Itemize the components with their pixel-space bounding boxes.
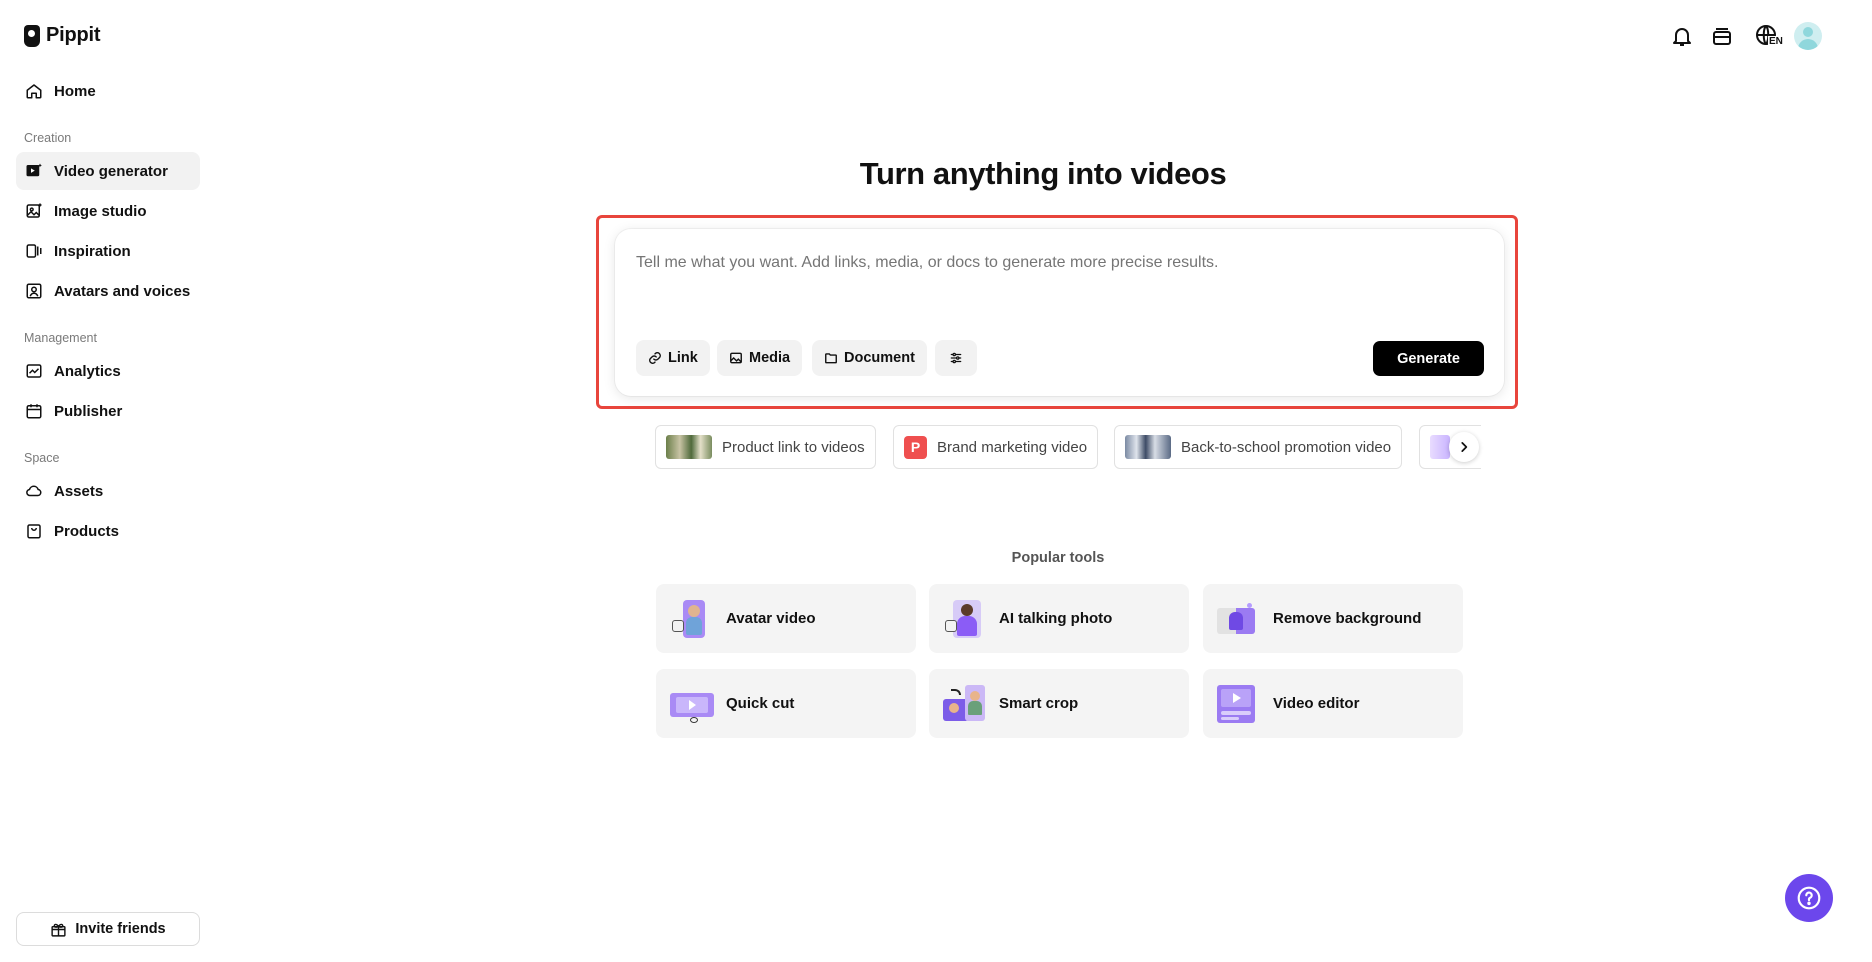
page-title-text: Turn anything into videos [859,156,1227,191]
language-label: EN [1768,36,1784,47]
suggestion-label: Back-to-school promotion video [1181,438,1392,456]
document-label: Document [844,350,915,366]
suggestion-brand-marketing[interactable]: P Brand marketing video [893,425,1099,469]
talking-photo-icon [943,599,985,638]
tool-ai-talking-photo[interactable]: AI talking photo [929,584,1189,653]
sidebar-item-products[interactable]: Products [16,512,200,550]
calendar-icon [26,404,42,419]
sidebar: Pippit Home Creation Video generator Ima… [0,0,214,962]
avatar-body [1798,39,1818,50]
suggestion-label: Brand marketing video [937,438,1088,456]
tool-quick-cut[interactable]: Quick cut [656,669,916,738]
avatar-voice-icon [26,283,42,299]
question-icon [1797,886,1821,910]
invite-friends-button[interactable]: Invite friends [16,912,200,946]
tool-label: AI talking photo [999,610,1113,627]
remove-background-icon [1217,600,1259,638]
media-button[interactable]: Media [717,340,803,376]
video-editor-icon [1217,684,1259,723]
avatar-head [1803,27,1813,37]
app-name: Pippit [46,24,101,46]
sidebar-item-label: Assets [54,482,104,500]
settings-button[interactable] [935,340,977,376]
section-management: Management [24,331,97,345]
presentation-icon: P [904,435,927,459]
tool-label: Quick cut [726,695,795,712]
sidebar-item-label: Analytics [54,362,121,380]
sliders-icon [950,352,962,364]
link-label: Link [668,350,698,366]
section-creation: Creation [24,131,72,145]
page-title: Turn anything into videos [0,156,1872,192]
sidebar-item-label: Home [54,82,96,100]
tool-remove-background[interactable]: Remove background [1203,584,1463,653]
prompt-card: Link Media Document Generate [615,229,1504,396]
tool-video-editor[interactable]: Video editor [1203,669,1463,738]
gift-icon [51,923,66,937]
document-button[interactable]: Document [812,340,927,376]
popular-tools-label: Popular tools [1011,550,1105,566]
suggestion-back-to-school[interactable]: Back-to-school promotion video [1114,425,1403,469]
notifications-button[interactable] [1668,22,1696,50]
sidebar-item-label: Publisher [54,402,123,420]
cloud-icon [26,485,42,497]
tool-label: Smart crop [999,695,1079,712]
tool-smart-crop[interactable]: Smart crop [929,669,1189,738]
sidebar-item-publisher[interactable]: Publisher [16,392,200,430]
folder-icon [825,353,837,364]
link-icon [649,352,661,364]
sidebar-item-inspiration[interactable]: Inspiration [16,232,200,270]
prompt-input[interactable] [636,254,1476,272]
suggestion-thumbnail [666,435,712,459]
sidebar-item-avatars-voices[interactable]: Avatars and voices [16,272,200,310]
app-logo[interactable]: Pippit [24,24,101,47]
suggestion-thumbnail [1125,435,1171,459]
tool-label: Video editor [1273,695,1360,712]
tool-label: Avatar video [726,610,816,627]
suggestion-label: Product link to videos [722,438,865,456]
help-button[interactable] [1785,874,1833,922]
section-space: Space [24,451,60,465]
product-bag-icon [27,524,41,539]
analytics-icon [26,364,42,378]
tool-avatar-video[interactable]: Avatar video [656,584,916,653]
image-studio-icon [26,203,42,218]
sidebar-item-assets[interactable]: Assets [16,472,200,510]
media-label: Media [749,350,791,366]
chevron-right-icon [1461,442,1468,452]
bell-icon [1673,28,1691,46]
sidebar-item-label: Inspiration [54,242,131,260]
popular-tools-heading: Popular tools [655,550,1461,566]
suggestion-thumbnail [1430,435,1450,459]
pippit-logo-icon [24,24,40,47]
suggestion-product-link[interactable]: Product link to videos [655,425,876,469]
inspiration-icon [26,244,42,258]
quick-cut-icon [670,685,714,723]
generate-button[interactable]: Generate [1373,341,1484,376]
invite-friends-label: Invite friends [75,921,166,937]
user-avatar[interactable] [1794,22,1822,50]
credits-icon [1713,28,1731,45]
language-button[interactable]: EN [1750,22,1784,50]
sidebar-item-label: Products [54,522,120,540]
sidebar-item-label: Image studio [54,202,147,220]
sidebar-item-analytics[interactable]: Analytics [16,352,200,390]
avatar-video-icon [670,599,712,638]
home-icon [26,84,42,99]
carousel-next-button[interactable] [1449,432,1479,462]
sidebar-item-home[interactable]: Home [16,72,200,110]
smart-crop-icon [943,684,985,723]
link-button[interactable]: Link [636,340,710,376]
sidebar-item-label: Avatars and voices [54,282,191,300]
suggestion-carousel: Product link to videos P Brand marketing… [655,425,1481,469]
credits-button[interactable] [1708,22,1736,50]
sidebar-item-image-studio[interactable]: Image studio [16,192,200,230]
tool-label: Remove background [1273,610,1422,627]
image-icon [730,352,742,364]
